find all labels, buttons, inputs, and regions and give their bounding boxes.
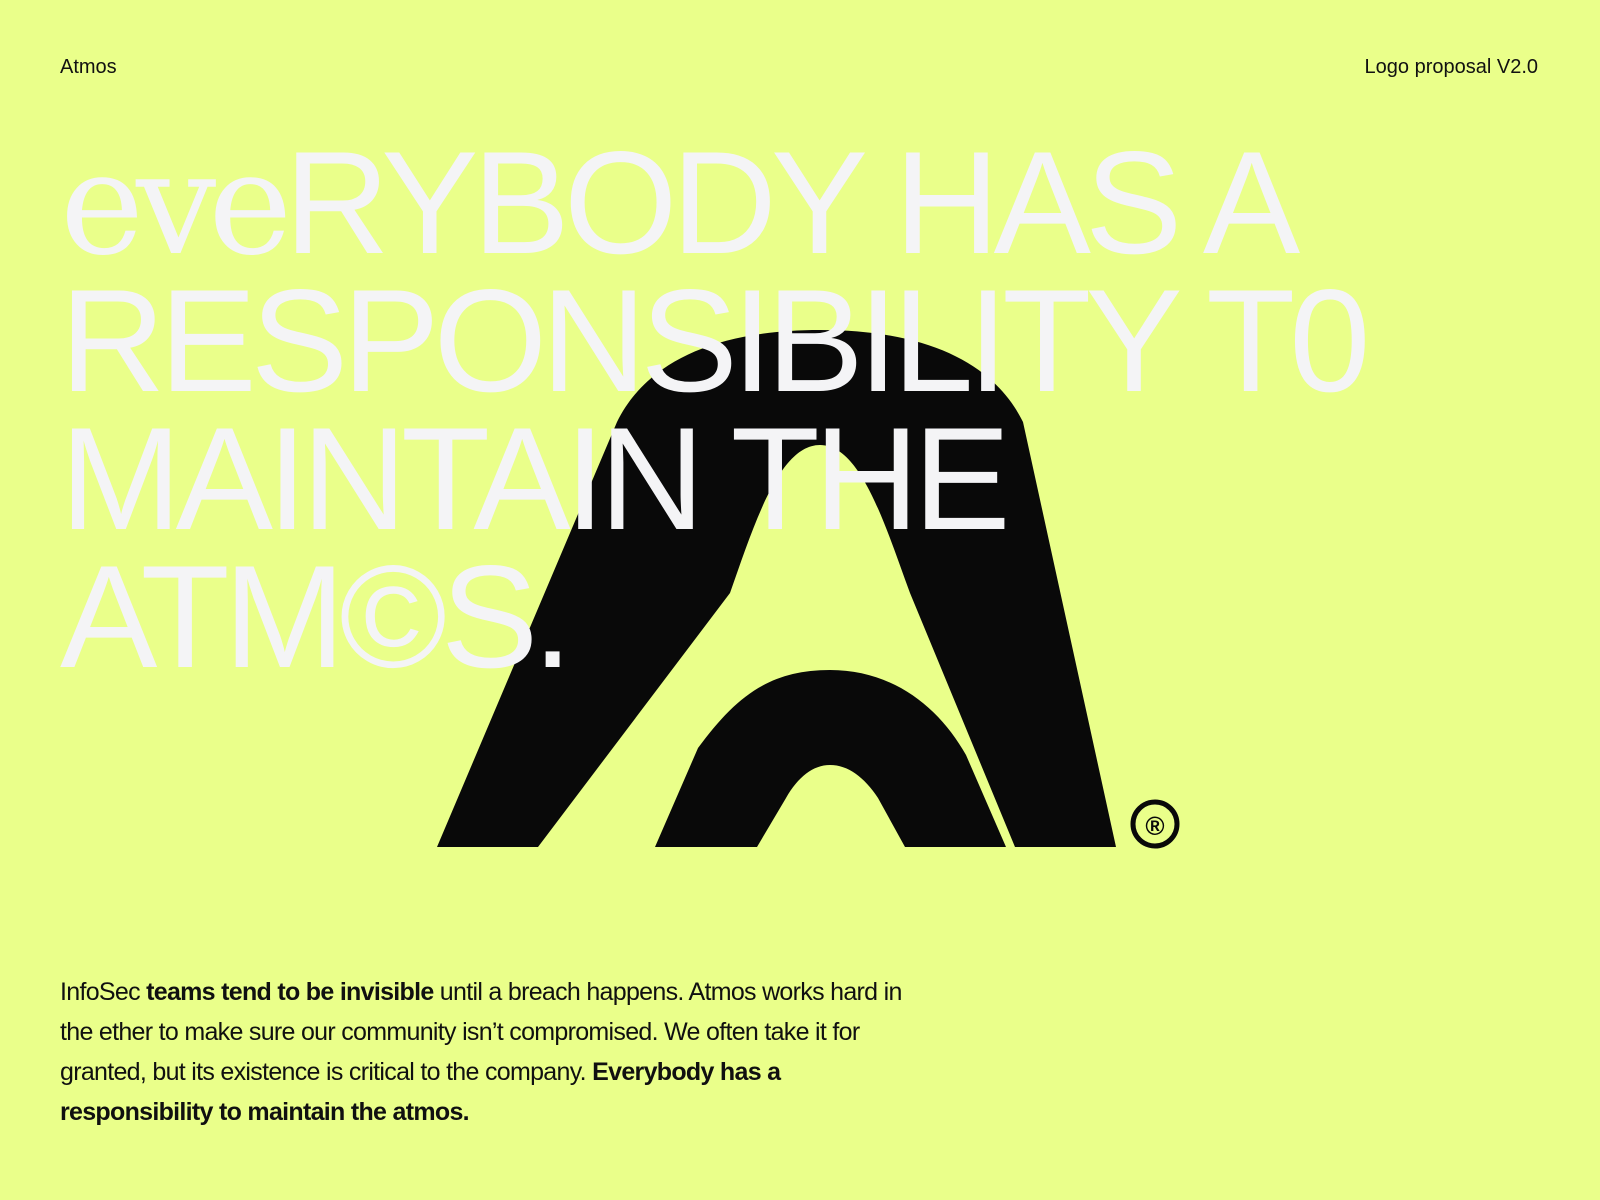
version-label: Logo proposal V2.0 [1364,56,1538,78]
logo-proposal-page: Atmos Logo proposal V2.0 ® eveRYBODY HAS… [0,0,1600,1200]
headline-line-4: ATM©S. [60,535,573,698]
body-copy-part-1: InfoSec [60,978,147,1006]
body-copy: InfoSec teams tend to be invisible until… [60,972,930,1132]
body-copy-emphasis: teams tend to be invisible [146,978,434,1006]
headline: eveRYBODY HAS A RESPONSIBILITY T0 MAINTA… [60,130,1500,698]
headline-line-3: MAINTAIN THE [60,397,1011,560]
headline-line-1: eveRYBODY HAS A [60,130,1500,276]
brand-label: Atmos [60,56,117,78]
registered-trademark-icon: ® [1145,811,1164,841]
headline-line-2: RESPONSIBILITY T0 [60,259,1370,422]
